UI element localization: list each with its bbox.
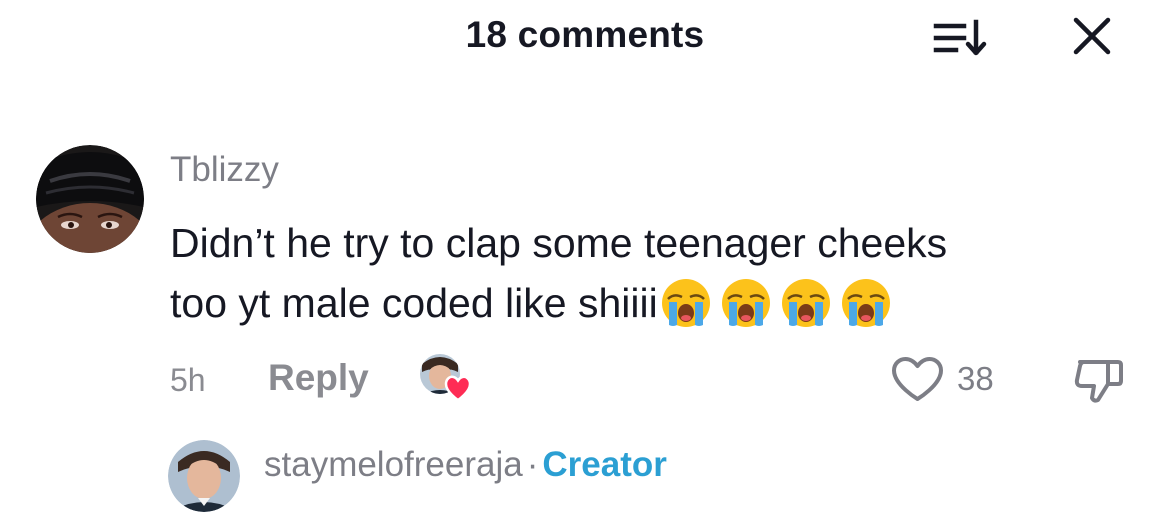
loudly-crying-face-icon [781,279,830,327]
comment-username[interactable]: Tblizzy [170,150,279,190]
commenter-avatar[interactable] [36,145,144,253]
creator-liked-badge [418,352,476,406]
comments-title: 18 comments [465,14,705,55]
comment-text-line1: Didn’t he try to clap some teenager chee… [170,220,948,266]
reply-button[interactable]: Reply [268,357,369,399]
creator-liked-avatar-icon [419,353,472,402]
heart-icon [444,375,472,402]
dislike-button[interactable] [1070,352,1128,406]
heart-outline-icon [892,357,943,401]
sort-descending-icon [933,19,987,56]
comment-text: Didn’t he try to clap some teenager chee… [170,213,1130,333]
creator-badge: Creator [542,445,667,484]
loudly-crying-face-icon [841,279,890,327]
reply-author[interactable]: staymelofreeraja · Creator [264,445,667,485]
emoji-group [658,279,892,327]
comments-sheet: 18 comments Tblizzy Didn’t he try to cla… [0,0,1170,516]
like-button[interactable] [890,355,945,403]
reply-separator: · [526,445,539,484]
loudly-crying-face-icon [721,279,770,327]
close-icon [1073,17,1111,55]
comment-text-line2-wrap: too yt male coded like shiiii [170,273,1130,333]
reply-avatar-photo [168,440,240,512]
like-count: 38 [957,360,994,397]
reply-username[interactable]: staymelofreeraja [264,445,523,484]
avatar-photo [36,145,144,253]
sort-button[interactable] [928,12,994,62]
comment-timestamp: 5h [170,362,206,398]
comment-text-line2: too yt male coded like shiiii [170,280,658,326]
reply-avatar[interactable] [168,440,240,512]
close-button[interactable] [1064,12,1122,62]
thumbs-down-icon [1074,360,1123,403]
loudly-crying-face-icon [661,279,710,327]
